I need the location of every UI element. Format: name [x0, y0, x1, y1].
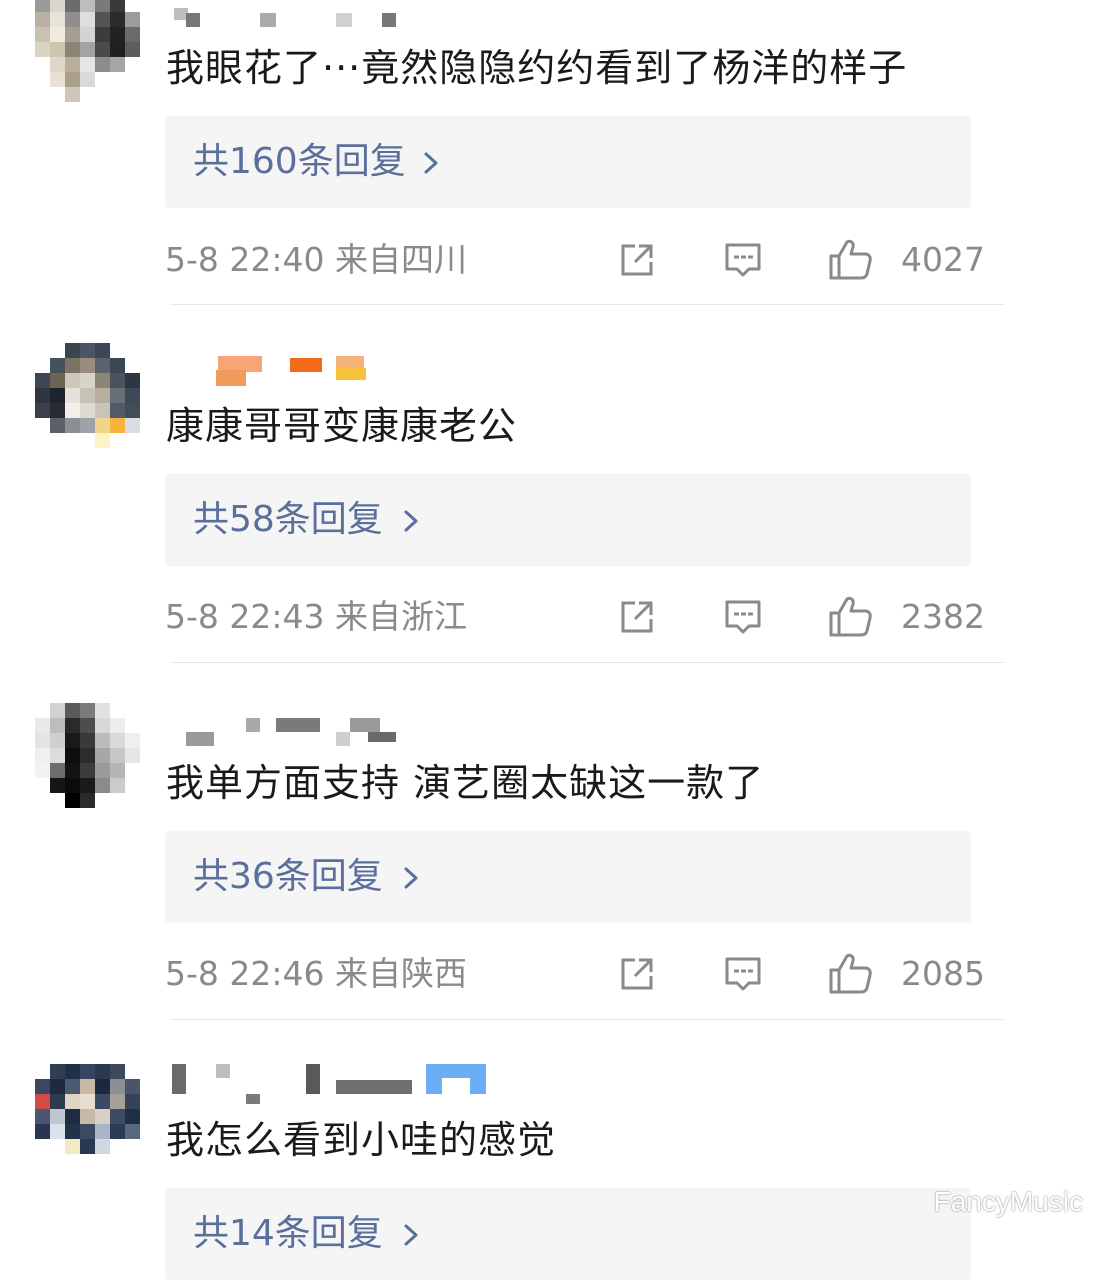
username-pixelated[interactable]: [170, 356, 570, 386]
like-count: 2382: [901, 597, 985, 636]
chevron-right-icon: [404, 867, 418, 889]
comment-meta: 5-8 22:40 来自四川 4027: [165, 238, 985, 282]
chevron-right-icon: [404, 1224, 418, 1246]
avatar[interactable]: [35, 1064, 140, 1169]
replies-count-label: 共36条回复: [193, 856, 383, 897]
chevron-right-icon: [424, 152, 438, 174]
like-count: 4027: [901, 240, 985, 279]
avatar[interactable]: [35, 703, 140, 808]
username-pixelated[interactable]: [170, 716, 570, 746]
like-icon[interactable]: [827, 595, 873, 639]
watermark: FancyMusic: [933, 1186, 1083, 1217]
replies-count-label: 共58条回复: [193, 499, 383, 540]
comment-text: 我怎么看到小哇的感觉: [166, 1118, 557, 1162]
like-count: 2085: [901, 954, 985, 993]
like-icon[interactable]: [827, 952, 873, 996]
share-icon[interactable]: [617, 240, 657, 280]
avatar[interactable]: [35, 343, 140, 448]
replies-count-label: 共160条回复: [193, 141, 406, 182]
comment-meta: 5-8 22:46 来自陕西 2085: [165, 952, 985, 996]
timestamp-location: 5-8 22:43 来自浙江: [165, 597, 467, 636]
timestamp-location: 5-8 22:40 来自四川: [165, 240, 467, 279]
avatar[interactable]: [35, 0, 140, 102]
comment-icon[interactable]: [723, 597, 763, 637]
view-replies-button[interactable]: 共58条回复: [165, 474, 971, 566]
comment-text: 康康哥哥变康康老公: [166, 404, 518, 448]
timestamp-location: 5-8 22:46 来自陕西: [165, 954, 467, 993]
comment-meta: 5-8 22:43 来自浙江 2382: [165, 595, 985, 639]
comment-text: 我单方面支持 演艺圈太缺这一款了: [166, 761, 765, 805]
like-icon[interactable]: [827, 238, 873, 282]
share-icon[interactable]: [617, 954, 657, 994]
comment-text: 我眼花了···竟然隐隐约约看到了杨洋的样子: [166, 46, 908, 90]
view-replies-button[interactable]: 共160条回复: [165, 116, 971, 208]
username-pixelated[interactable]: [170, 8, 570, 38]
divider: [170, 662, 1004, 663]
divider: [170, 304, 1004, 305]
comment-icon[interactable]: [723, 954, 763, 994]
comment-icon[interactable]: [723, 240, 763, 280]
view-replies-button[interactable]: 共36条回复: [165, 831, 971, 923]
username-pixelated[interactable]: [170, 1064, 570, 1104]
view-replies-button[interactable]: 共14条回复: [165, 1188, 971, 1280]
chevron-right-icon: [404, 510, 418, 532]
divider: [170, 1019, 1004, 1020]
share-icon[interactable]: [617, 597, 657, 637]
replies-count-label: 共14条回复: [193, 1213, 383, 1254]
